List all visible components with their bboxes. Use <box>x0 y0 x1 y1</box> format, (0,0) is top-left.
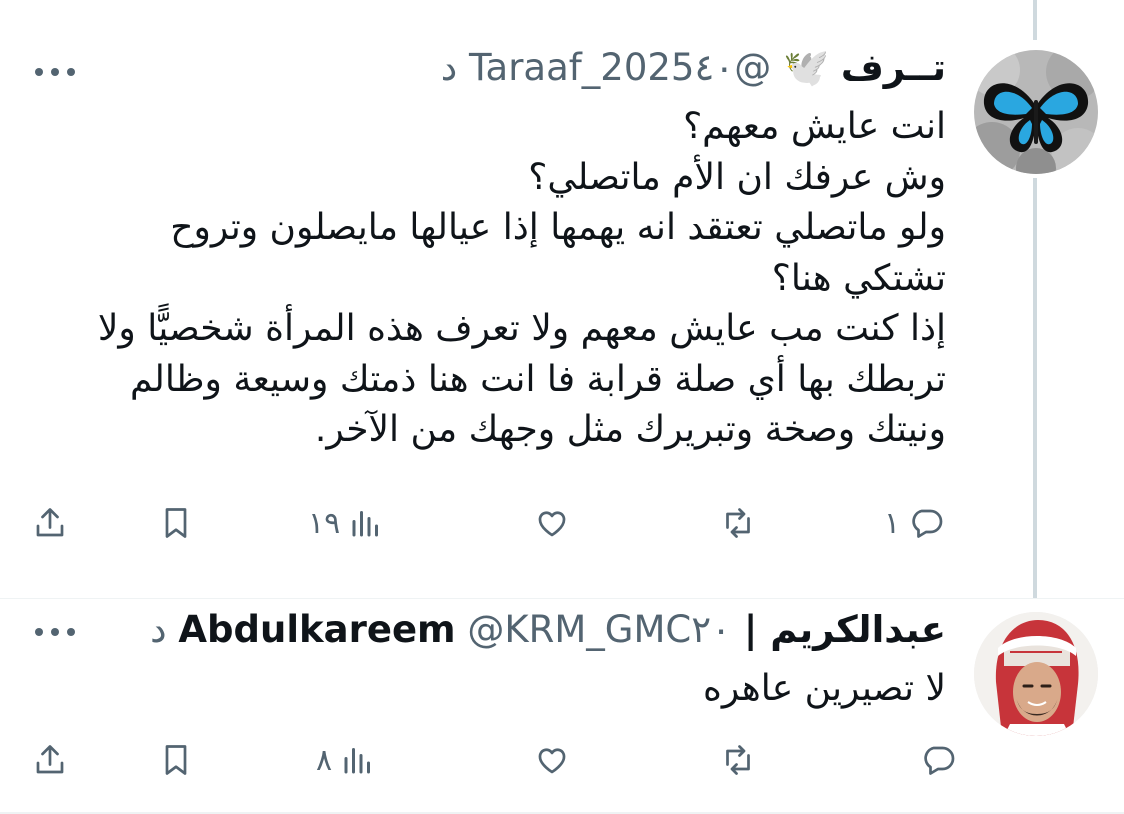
retweet-icon <box>726 745 750 775</box>
reply-count: ١ <box>884 505 901 541</box>
reply-button[interactable] <box>912 740 956 780</box>
like-icon <box>538 748 566 774</box>
like-button[interactable] <box>534 740 578 780</box>
views-button[interactable]: ١٩ <box>308 503 384 543</box>
share-button[interactable] <box>32 503 68 543</box>
tweet-header: تــرف 🕊️ @Taraaf_2025٤٠ د <box>441 46 946 90</box>
avatar-butterfly[interactable] <box>974 50 1098 174</box>
tweet-text: لا تصيرين عاهره <box>703 668 946 709</box>
views-button[interactable]: ٨ <box>316 740 376 780</box>
avatar-abdulkareem[interactable] <box>974 612 1098 736</box>
bookmark-icon <box>165 508 187 538</box>
butterfly-avatar-image <box>974 50 1098 174</box>
more-icon[interactable] <box>33 622 77 642</box>
more-icon[interactable] <box>33 62 77 82</box>
tweet-text: انت عايش معهم؟ وش عرفك ان الأم ماتصلي؟ و… <box>97 106 946 450</box>
like-button[interactable] <box>534 503 578 543</box>
views-icon <box>352 511 379 537</box>
reply-icon <box>924 746 955 775</box>
display-name[interactable]: تــرف <box>841 46 946 89</box>
share-button[interactable] <box>32 740 68 780</box>
bookmark-button[interactable] <box>158 740 194 780</box>
tweet-divider <box>0 598 1124 599</box>
reply-icon <box>912 509 943 538</box>
person-avatar-image <box>974 612 1098 736</box>
bookmark-button[interactable] <box>158 503 194 543</box>
tweet-header: عبدالكريم | Abdulkareem @KRM_GMC٢٠ د <box>150 608 946 652</box>
view-count: ١٩ <box>308 505 341 541</box>
thread-line <box>1033 178 1037 598</box>
dove-emoji-icon: 🕊️ <box>782 46 830 89</box>
view-count: ٨ <box>316 742 333 778</box>
reply-button[interactable]: ١ <box>884 503 944 543</box>
retweet-icon <box>726 508 750 538</box>
views-icon <box>344 748 371 774</box>
share-icon <box>36 508 64 537</box>
like-icon <box>538 511 566 537</box>
retweet-button[interactable] <box>720 740 764 780</box>
share-icon <box>36 745 64 774</box>
bookmark-icon <box>165 745 187 775</box>
thread-line-top <box>1033 0 1037 40</box>
handle[interactable]: @KRM_GMC <box>467 608 691 651</box>
retweet-button[interactable] <box>720 503 764 543</box>
